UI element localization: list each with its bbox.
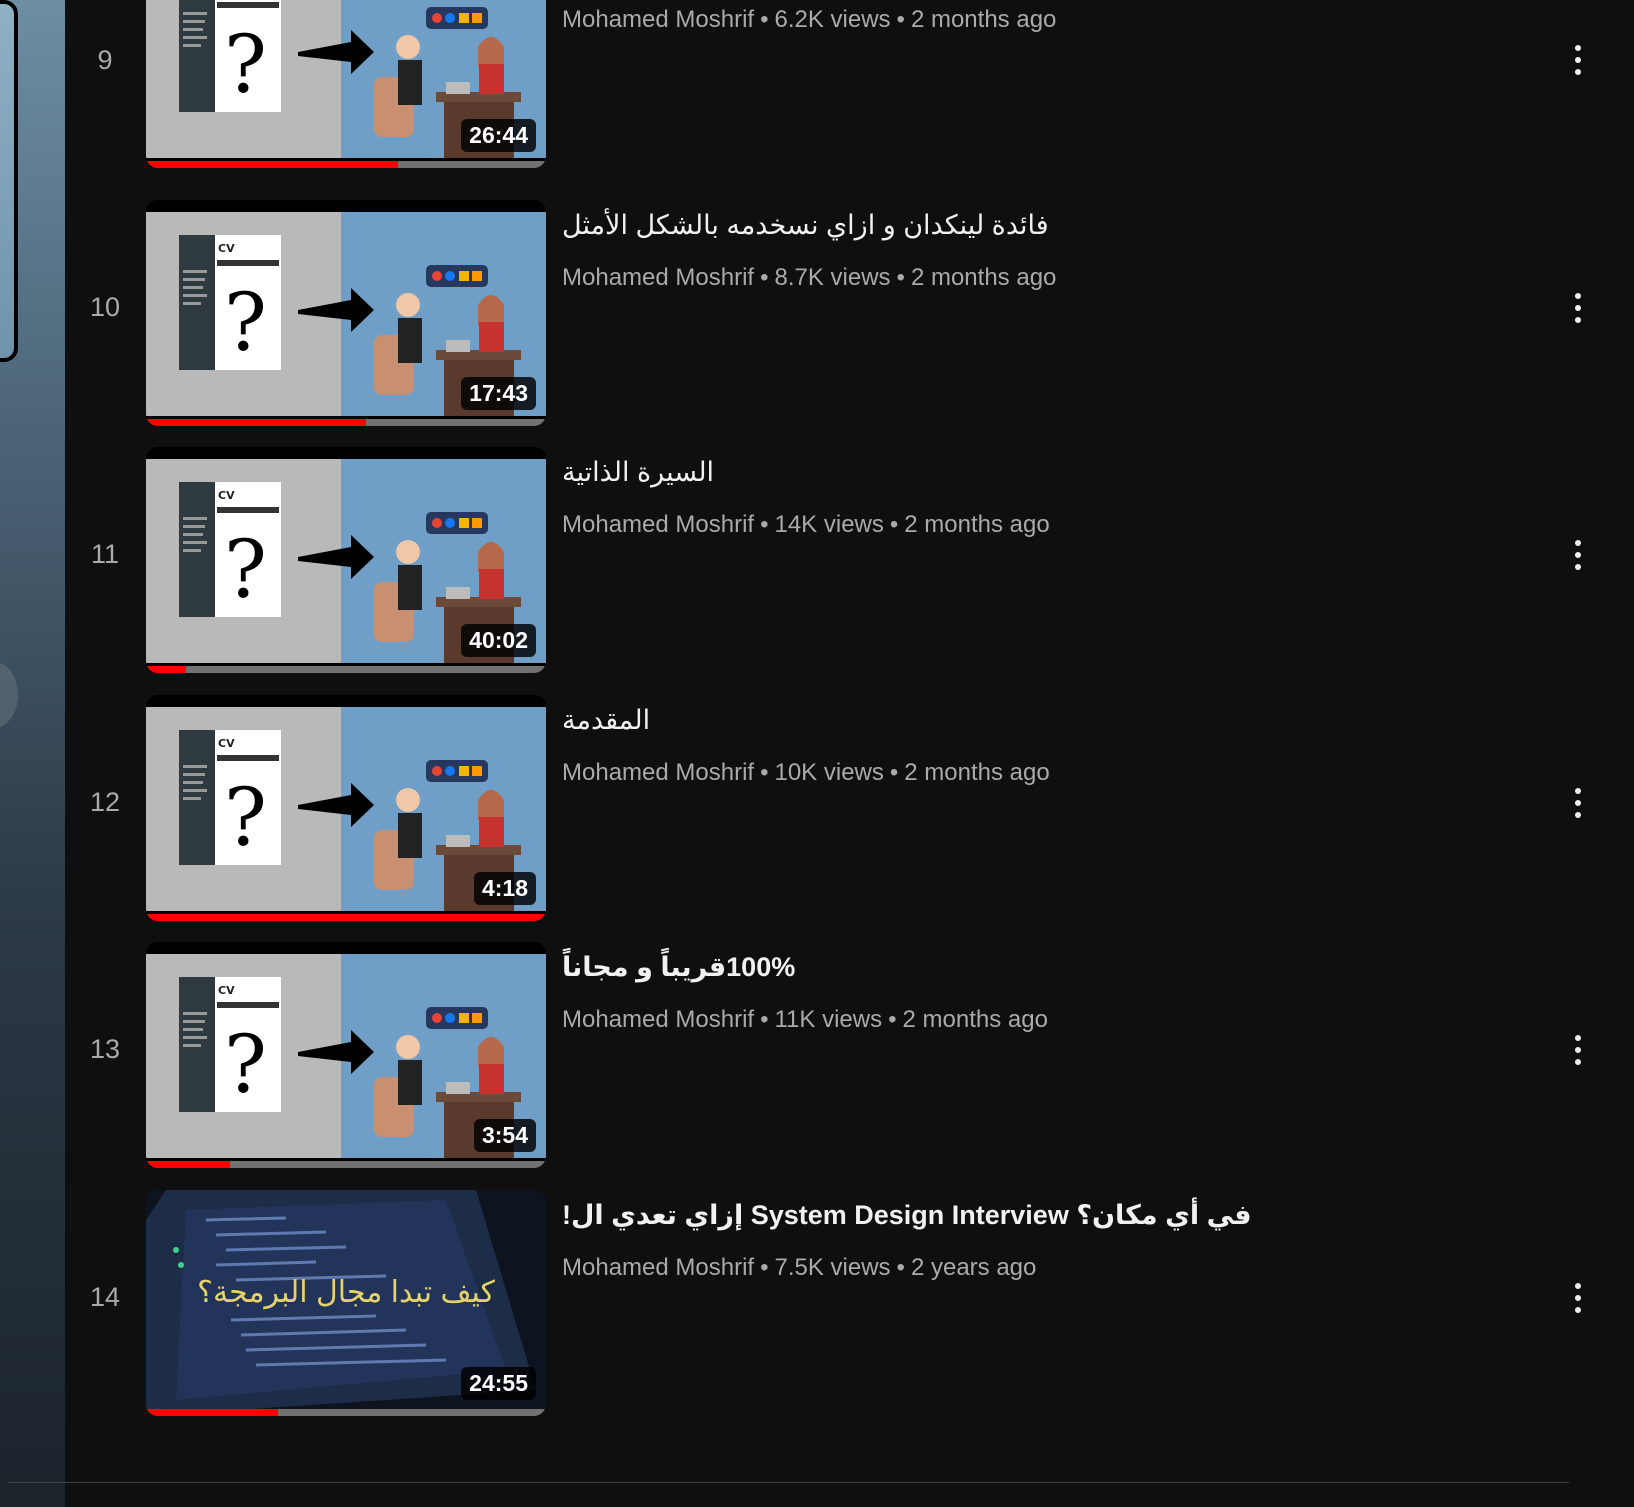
upload-age: 2 months ago — [904, 759, 1050, 786]
watch-progress-fill — [146, 161, 398, 168]
video-thumbnail[interactable]: 3:54 — [146, 942, 546, 1168]
video-thumbnail[interactable]: 26:44 — [146, 0, 546, 168]
more-vert-icon[interactable] — [1561, 288, 1595, 328]
duration-badge: 17:43 — [461, 377, 536, 410]
view-count: 7.5K views — [774, 1254, 891, 1281]
row-index: 13 — [89, 1034, 121, 1064]
view-count: 14K views — [774, 511, 884, 538]
separator-dot: • — [760, 511, 769, 538]
video-thumbnail[interactable]: 17:43 — [146, 200, 546, 426]
watch-progress-fill — [146, 666, 186, 673]
watch-progress-bar — [146, 914, 546, 921]
watch-progress-bar — [146, 1409, 546, 1416]
more-vert-icon[interactable] — [1561, 40, 1595, 80]
separator-dot: • — [760, 6, 769, 33]
view-count: 11K views — [774, 1006, 883, 1033]
separator-dot: • — [760, 759, 769, 786]
playlist-row[interactable]: 9 26:44 Mohamed Moshrif • 6.2K views • 2 month… — [65, 0, 1634, 178]
playlist-row[interactable]: 12 4:18 المقدمة Mohamed Moshrif • 10K views • 2… — [65, 695, 1634, 931]
more-vert-icon[interactable] — [1561, 1030, 1595, 1070]
channel-name[interactable]: Mohamed Moshrif — [562, 511, 754, 538]
duration-badge: 40:02 — [461, 624, 536, 657]
playlist-row[interactable]: 11 40:02 السيرة الذاتية Mohamed Moshrif • 14K… — [65, 447, 1634, 683]
duration-badge: 24:55 — [461, 1367, 536, 1400]
separator-dot: • — [760, 264, 769, 291]
video-byline: Mohamed Moshrif • 14K views • 2 months ago — [562, 511, 1462, 539]
separator-dot: • — [889, 759, 899, 786]
video-meta: فائدة لينكدان و ازاي نسخدمه بالشكل الأمث… — [562, 200, 1462, 292]
video-byline: Mohamed Moshrif • 11K views • 2 months ago — [562, 1006, 1462, 1034]
more-vert-icon[interactable] — [1561, 783, 1595, 823]
video-thumbnail[interactable]: 4:18 — [146, 695, 546, 921]
video-byline: Mohamed Moshrif • 7.5K views • 2 years ago — [562, 1254, 1462, 1282]
side-panel-card[interactable] — [0, 0, 18, 362]
video-meta: السيرة الذاتية Mohamed Moshrif • 14K views •… — [562, 447, 1462, 539]
video-meta: في أي مكان؟ System Design Interview إزاي… — [562, 1190, 1462, 1282]
playlist-row[interactable]: 14 كيف تبدا مجال البرمجة؟ 24:55 في أي مكان؟… — [65, 1190, 1634, 1426]
video-thumbnail[interactable]: 40:02 — [146, 447, 546, 673]
row-index: 14 — [89, 1282, 121, 1312]
watch-progress-fill — [146, 1409, 278, 1416]
view-count: 10K views — [774, 759, 884, 786]
upload-age: 2 months ago — [902, 1006, 1048, 1033]
watch-progress-bar — [146, 666, 546, 673]
video-byline: Mohamed Moshrif • 6.2K views • 2 months ago — [562, 6, 1462, 34]
video-title[interactable]: المقدمة — [562, 703, 1462, 737]
video-title[interactable]: في أي مكان؟ System Design Interview إزاي… — [562, 1198, 1462, 1232]
video-title[interactable]: فائدة لينكدان و ازاي نسخدمه بالشكل الأمث… — [562, 208, 1462, 242]
separator-dot: • — [896, 1254, 905, 1281]
video-thumbnail[interactable]: كيف تبدا مجال البرمجة؟ 24:55 — [146, 1190, 546, 1416]
playlist-row[interactable]: 10 17:43 فائدة لينكدان و ازاي نسخدمه بالشك… — [65, 200, 1634, 436]
upload-age: 2 months ago — [910, 6, 1057, 33]
view-count: 8.7K views — [774, 264, 891, 291]
separator-dot: • — [896, 264, 905, 291]
video-title[interactable]: السيرة الذاتية — [562, 455, 1462, 489]
playlist-video-list: 9 26:44 Mohamed Moshrif • 6.2K views • 2 month… — [65, 0, 1634, 1507]
channel-name[interactable]: Mohamed Moshrif — [562, 1006, 754, 1033]
more-vert-icon[interactable] — [1561, 1278, 1595, 1318]
watch-progress-bar — [146, 1161, 546, 1168]
side-panel — [0, 0, 65, 1507]
separator-dot: • — [896, 6, 905, 33]
channel-name[interactable]: Mohamed Moshrif — [562, 759, 754, 786]
row-index: 9 — [97, 45, 113, 75]
watch-progress-fill — [146, 1161, 230, 1168]
channel-name[interactable]: Mohamed Moshrif — [562, 1254, 754, 1281]
playlist-row[interactable]: 13 3:54 100%قريباً و مجاناً Mohamed Moshrif… — [65, 942, 1634, 1178]
thumbnail-caption: كيف تبدا مجال البرمجة؟ — [197, 1276, 495, 1309]
separator-dot: • — [760, 1254, 769, 1281]
video-meta: المقدمة Mohamed Moshrif • 10K views • 2 month… — [562, 695, 1462, 787]
watch-progress-fill — [146, 914, 546, 921]
watch-progress-bar — [146, 161, 546, 168]
side-panel-scroll-handle[interactable] — [0, 662, 18, 728]
separator-dot: • — [760, 1006, 769, 1033]
separator-dot: • — [889, 511, 899, 538]
video-byline: Mohamed Moshrif • 10K views • 2 months ago — [562, 759, 1462, 787]
duration-badge: 3:54 — [473, 1119, 536, 1152]
channel-name[interactable]: Mohamed Moshrif — [562, 6, 754, 33]
video-title[interactable]: 100%قريباً و مجاناً — [562, 950, 1462, 984]
more-vert-icon[interactable] — [1561, 535, 1595, 575]
upload-age: 2 months ago — [904, 511, 1050, 538]
video-meta: 100%قريباً و مجاناً Mohamed Moshrif • 11K v… — [562, 942, 1462, 1034]
upload-age: 2 months ago — [910, 264, 1057, 291]
duration-badge: 4:18 — [473, 872, 536, 905]
watch-progress-fill — [146, 419, 366, 426]
video-byline: Mohamed Moshrif • 8.7K views • 2 months ago — [562, 264, 1462, 292]
channel-name[interactable]: Mohamed Moshrif — [562, 264, 754, 291]
upload-age: 2 years ago — [910, 1254, 1037, 1281]
view-count: 6.2K views — [774, 6, 891, 33]
watch-progress-bar — [146, 419, 546, 426]
duration-badge: 26:44 — [461, 119, 536, 152]
separator-dot: • — [888, 1006, 897, 1033]
divider — [8, 1482, 1569, 1483]
row-index: 12 — [89, 787, 121, 817]
row-index: 10 — [89, 292, 121, 322]
row-index: 11 — [90, 539, 120, 569]
video-meta: Mohamed Moshrif • 6.2K views • 2 months ago — [562, 0, 1462, 34]
